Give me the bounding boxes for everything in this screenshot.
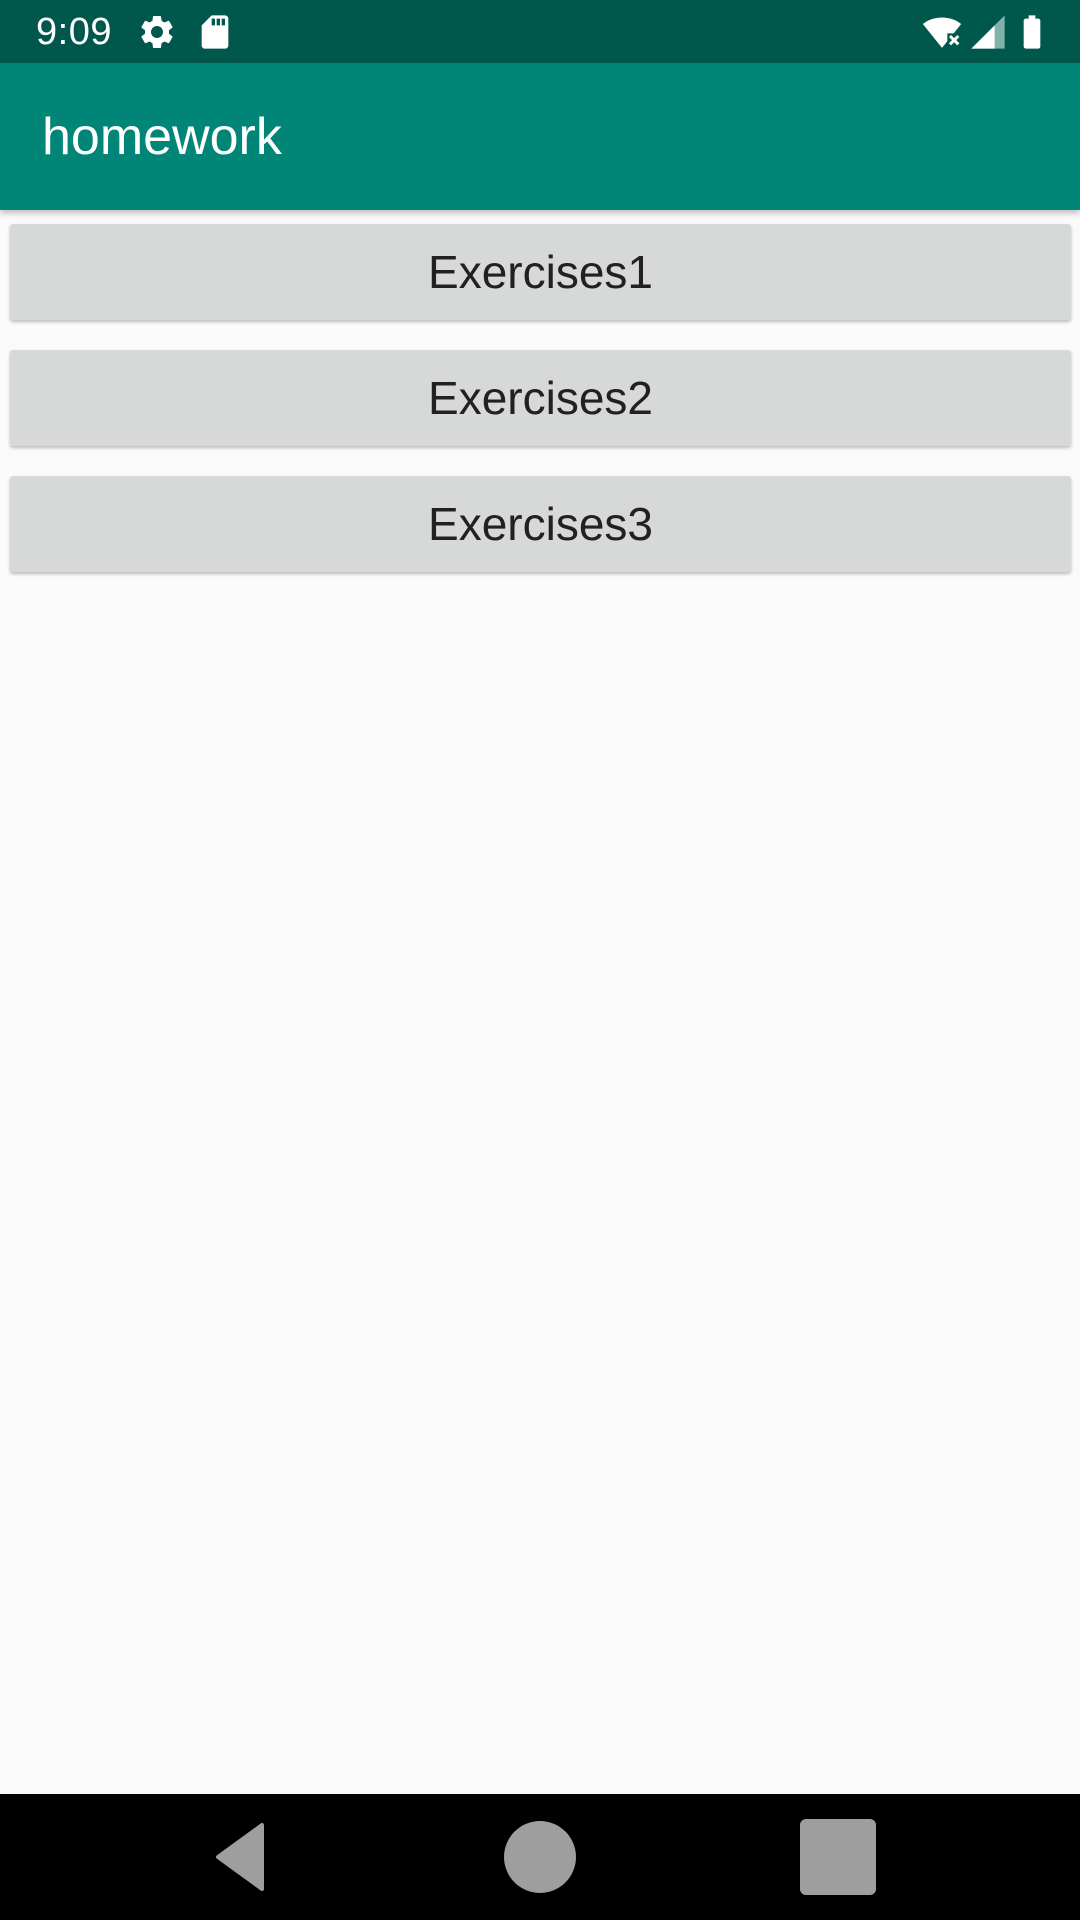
navigation-bar <box>0 1794 1080 1920</box>
gear-icon <box>141 15 173 48</box>
wifi-icon <box>922 17 962 48</box>
app-bar: homework <box>0 63 1080 210</box>
recents-icon[interactable] <box>798 1817 878 1897</box>
home-icon[interactable] <box>500 1817 580 1897</box>
exercises3-button[interactable]: Exercises3 <box>10 476 1071 572</box>
status-bar: 9:09 <box>0 0 1080 63</box>
signal-icon <box>971 15 1005 49</box>
battery-icon <box>1023 15 1041 49</box>
sd-card-icon <box>201 15 229 49</box>
exercises2-button[interactable]: Exercises2 <box>10 350 1071 446</box>
app-title: homework <box>42 108 282 166</box>
back-icon[interactable] <box>200 1817 280 1897</box>
exercises1-button[interactable]: Exercises1 <box>10 224 1071 320</box>
status-time: 9:09 <box>36 11 112 53</box>
content-area: Exercises1 Exercises2 Exercises3 <box>0 210 1080 1794</box>
